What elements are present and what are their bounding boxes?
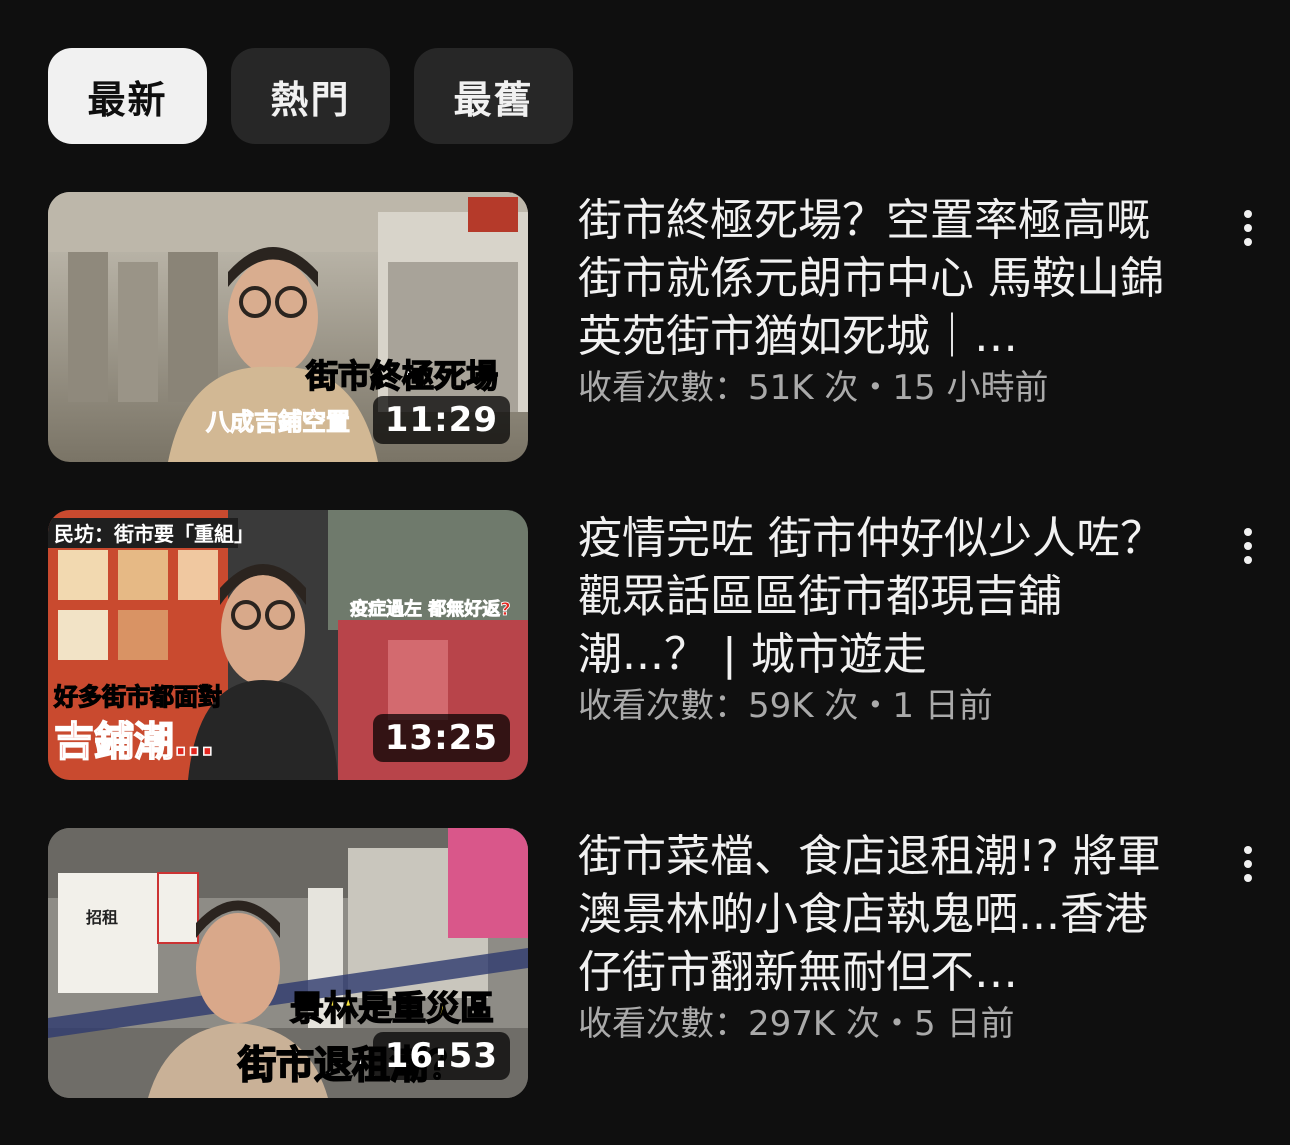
sort-filter-bar: 最新 熱門 最舊 bbox=[48, 48, 573, 144]
thumbnail-caption: 疫症過左 都無好返? bbox=[350, 598, 511, 620]
video-thumbnail[interactable]: 街市終極死場 八成吉鋪空置 11:29 bbox=[48, 192, 528, 462]
video-duration: 16:53 bbox=[372, 1032, 510, 1080]
video-title[interactable]: 街市終極死場？空置率極高嘅街市就係元朗市中心 馬鞍山錦英苑街市猶如死城｜… bbox=[578, 192, 1178, 366]
video-info: 街市菜檔、食店退租潮!? 將軍澳景林啲小食店執鬼哂...香港仔街市翻新無耐但不…… bbox=[578, 828, 1178, 1046]
thumbnail-caption: 民坊：街市要「重組」 bbox=[54, 522, 254, 546]
video-item[interactable]: 民坊：街市要「重組」 疫症過左 都無好返? 好多街市都面對 吉鋪潮… 13:25… bbox=[48, 510, 1268, 780]
thumbnail-caption: 街市終極死場 bbox=[305, 357, 498, 395]
chip-latest[interactable]: 最新 bbox=[48, 48, 207, 144]
video-title[interactable]: 疫情完咗 街市仲好似少人咗？觀眾話區區街市都現吉舖潮...？ | 城市遊走 bbox=[578, 510, 1178, 684]
video-item[interactable]: 招租 景林是重災區 街市退租潮？ 16:53 街市菜檔、食店退租潮!? 將軍澳景… bbox=[48, 828, 1268, 1098]
dot-icon bbox=[1244, 542, 1252, 550]
thumbnail-caption: 好多街市都面對 bbox=[53, 683, 222, 711]
more-options-icon[interactable] bbox=[1228, 834, 1268, 894]
video-meta: 收看次數：59K 次・1 日前 bbox=[578, 686, 993, 726]
video-list-page: 最新 熱門 最舊 街市終極死場 八成吉鋪空置 11:29 街市終極死場？空置率極… bbox=[0, 0, 1290, 1145]
dot-icon bbox=[1244, 528, 1252, 536]
video-thumbnail[interactable]: 民坊：街市要「重組」 疫症過左 都無好返? 好多街市都面對 吉鋪潮… 13:25 bbox=[48, 510, 528, 780]
video-meta: 收看次數：297K 次・5 日前 bbox=[578, 1004, 1015, 1044]
video-title[interactable]: 街市菜檔、食店退租潮!? 將軍澳景林啲小食店執鬼哂...香港仔街市翻新無耐但不… bbox=[578, 828, 1178, 1002]
video-info: 街市終極死場？空置率極高嘅街市就係元朗市中心 馬鞍山錦英苑街市猶如死城｜… 收看… bbox=[578, 192, 1178, 410]
chip-popular[interactable]: 熱門 bbox=[231, 48, 390, 144]
video-duration: 13:25 bbox=[372, 714, 510, 762]
video-info: 疫情完咗 街市仲好似少人咗？觀眾話區區街市都現吉舖潮...？ | 城市遊走 收看… bbox=[578, 510, 1178, 728]
more-options-icon[interactable] bbox=[1228, 198, 1268, 258]
chip-oldest[interactable]: 最舊 bbox=[414, 48, 573, 144]
dot-icon bbox=[1244, 224, 1252, 232]
thumbnail-caption: 吉鋪潮… bbox=[54, 719, 214, 765]
dot-icon bbox=[1244, 238, 1252, 246]
video-thumbnail[interactable]: 招租 景林是重災區 街市退租潮？ 16:53 bbox=[48, 828, 528, 1098]
thumbnail-caption: 招租 bbox=[86, 908, 118, 927]
video-item[interactable]: 街市終極死場 八成吉鋪空置 11:29 街市終極死場？空置率極高嘅街市就係元朗市… bbox=[48, 192, 1268, 462]
video-duration: 11:29 bbox=[372, 396, 510, 444]
thumbnail-caption: 景林是重災區 bbox=[290, 989, 494, 1029]
dot-icon bbox=[1244, 860, 1252, 868]
video-meta: 收看次數：51K 次・15 小時前 bbox=[578, 368, 1049, 408]
dot-icon bbox=[1244, 556, 1252, 564]
dot-icon bbox=[1244, 210, 1252, 218]
thumbnail-caption: 八成吉鋪空置 bbox=[206, 408, 350, 436]
dot-icon bbox=[1244, 846, 1252, 854]
dot-icon bbox=[1244, 874, 1252, 882]
more-options-icon[interactable] bbox=[1228, 516, 1268, 576]
